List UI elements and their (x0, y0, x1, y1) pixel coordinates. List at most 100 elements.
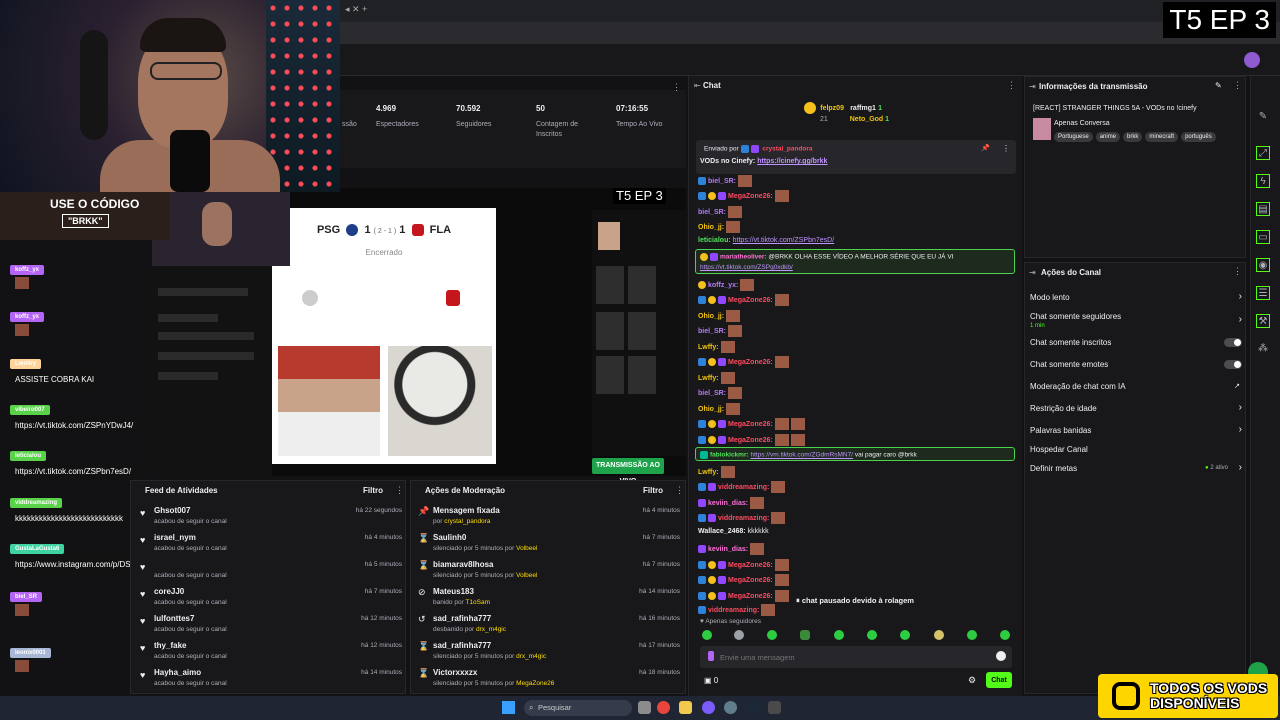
more-icon[interactable]: ⋮ (672, 82, 681, 93)
pin-icon: 📌 (418, 506, 430, 516)
task-view-icon[interactable] (638, 701, 651, 714)
list-icon[interactable]: ☰ (1256, 286, 1270, 300)
pencil-icon[interactable]: ✎ (1256, 110, 1270, 124)
hourglass-icon: ⌛ (418, 560, 430, 570)
emoji-icon[interactable] (996, 651, 1006, 661)
category-name[interactable]: Apenas Conversa (1054, 120, 1110, 127)
chrome-icon[interactable] (657, 701, 670, 714)
chat-message: MegaZone26: (698, 434, 805, 446)
tag[interactable]: anime (1095, 132, 1121, 142)
tag[interactable]: português (1181, 132, 1216, 142)
trophy-icon (804, 102, 816, 114)
collapse-icon[interactable]: ⇥ (1029, 268, 1036, 277)
play-logo-icon (1112, 682, 1140, 710)
emotes-only-toggle[interactable] (1224, 360, 1242, 369)
discord-icon[interactable] (702, 701, 715, 714)
flamengo-crest-icon (446, 290, 460, 306)
edit-icon[interactable]: ✎ (1215, 81, 1222, 90)
overlay-chat-message: vibeiro007 https://vt.tiktok.com/ZSPnYDw… (10, 404, 139, 434)
emote-button[interactable] (767, 630, 777, 640)
points-indicator[interactable]: ▣ 0 (704, 676, 718, 685)
emote-button[interactable] (734, 630, 744, 640)
emote-button[interactable] (800, 630, 810, 640)
host-channel-setting[interactable]: Hospedar Canal (1030, 445, 1242, 454)
more-icon[interactable]: ⋮ (1002, 144, 1010, 153)
unpin-icon[interactable]: 📌 (981, 144, 990, 152)
moderation-filter-button[interactable]: Filtro (643, 486, 663, 495)
collapse-icon[interactable]: ⇥ (1029, 82, 1036, 91)
taskbar-search[interactable]: Pesquisar (524, 700, 632, 716)
chat-message: MegaZone26: (698, 574, 789, 586)
heart-icon: ♥ (140, 535, 146, 545)
chat-message: biel_SR: (698, 387, 743, 399)
nodes-icon[interactable]: ⁂ (1256, 342, 1270, 356)
more-icon[interactable]: ⋮ (395, 485, 404, 496)
chat-message: Ohio_jj: (698, 221, 741, 233)
overlay-chat-message: koffz_yx (10, 311, 45, 336)
search-icon: ⌕ (529, 703, 534, 712)
ai-moderation-setting[interactable]: Moderação de chat com IA ↗ (1030, 382, 1242, 391)
emote-button[interactable] (967, 630, 977, 640)
steam-icon[interactable] (746, 701, 759, 714)
chat-message-input[interactable] (720, 648, 990, 666)
goals-setting[interactable]: Definir metas ● 2 ativo › (1030, 462, 1242, 473)
emote-button[interactable] (900, 630, 910, 640)
stat-session: ssão (342, 121, 357, 128)
chat-send-button[interactable]: Chat (986, 672, 1012, 688)
file-explorer-icon[interactable] (679, 701, 692, 714)
chat-bubble-icon[interactable]: ▭ (1256, 230, 1270, 244)
subscribers-only-toggle[interactable] (1224, 338, 1242, 347)
emote-button[interactable] (834, 630, 844, 640)
heart-icon: ♥ (140, 562, 146, 572)
settings-gear-icon[interactable]: ⚙ (968, 675, 976, 686)
tag[interactable]: Portuguese (1054, 132, 1093, 142)
app-icon[interactable] (768, 701, 781, 714)
wrench-icon[interactable]: ⚒ (1256, 314, 1270, 328)
more-icon[interactable]: ⋮ (1007, 80, 1016, 91)
psg-crest-icon (346, 224, 359, 237)
followers-only-setting[interactable]: Chat somente seguidores 1 min › (1030, 312, 1242, 329)
lightning-icon[interactable]: ϟ (1256, 174, 1270, 188)
more-icon[interactable]: ⋮ (1233, 266, 1242, 277)
chat-message: viddreamazing: (698, 604, 776, 616)
emote-button[interactable] (702, 630, 712, 640)
chat-message: MegaZone26: (698, 559, 789, 571)
tag[interactable]: brkk (1123, 132, 1143, 142)
stream-stats-bar: ssão 4.969 Espectadores 70.592 Seguidore… (340, 82, 686, 168)
corinthians-crest-icon (302, 290, 318, 306)
pinned-message: Enviado por crystal_pandora VODs no Cine… (696, 140, 1016, 174)
live-button[interactable]: TRANSMISSÃO AO VIVO (592, 458, 664, 485)
document-icon[interactable]: ▤ (1256, 202, 1270, 216)
category-thumbnail[interactable] (1033, 118, 1051, 140)
tab-controls[interactable]: ◂ ✕ + (345, 4, 367, 15)
chat-message: Lwffy: (698, 372, 735, 384)
avatar[interactable] (1244, 52, 1260, 68)
banned-words-setting[interactable]: Palavras banidas › (1030, 424, 1242, 435)
obs-icon[interactable] (724, 701, 737, 714)
emote-button[interactable] (934, 630, 944, 640)
tag[interactable]: minecraft (1145, 132, 1179, 142)
ban-icon: ⊘ (418, 587, 426, 597)
emote-button[interactable] (867, 630, 877, 640)
pause-icon: ⏸ (796, 596, 800, 605)
episode-badge: T5 EP 3 (1163, 2, 1276, 38)
activity-filter-button[interactable]: Filtro (363, 486, 383, 495)
emotes-only-setting: Chat somente emotes (1030, 360, 1242, 369)
chat-message: biel_SR: (698, 206, 743, 218)
vods-banner: TODOS OS VODS DISPONÍVEIS (1098, 674, 1278, 718)
emote-button[interactable] (1000, 630, 1010, 640)
windows-start-icon[interactable] (502, 701, 515, 714)
chat-collapse-icon[interactable]: ⇤ (694, 81, 701, 90)
chat-message: MegaZone26: (698, 356, 789, 368)
pinned-link[interactable]: https://cinefy.gg/brkk (757, 158, 827, 165)
slow-mode-setting[interactable]: Modo lento › (1030, 291, 1242, 302)
more-icon[interactable]: ⋮ (1233, 80, 1242, 91)
broadcast-icon[interactable]: ◉ (1256, 258, 1270, 272)
expand-icon[interactable]: ⤢ (1256, 146, 1270, 160)
chat-paused-banner[interactable]: ⏸ chat pausado devido à rolagem (790, 593, 940, 609)
hourglass-icon: ⌛ (418, 533, 430, 543)
overlay-chat-message: leonix0001 (10, 647, 51, 672)
age-restriction-setting[interactable]: Restrição de idade › (1030, 402, 1242, 413)
overlay-chat-message: koffz_yx (10, 264, 45, 289)
more-icon[interactable]: ⋮ (675, 485, 684, 496)
